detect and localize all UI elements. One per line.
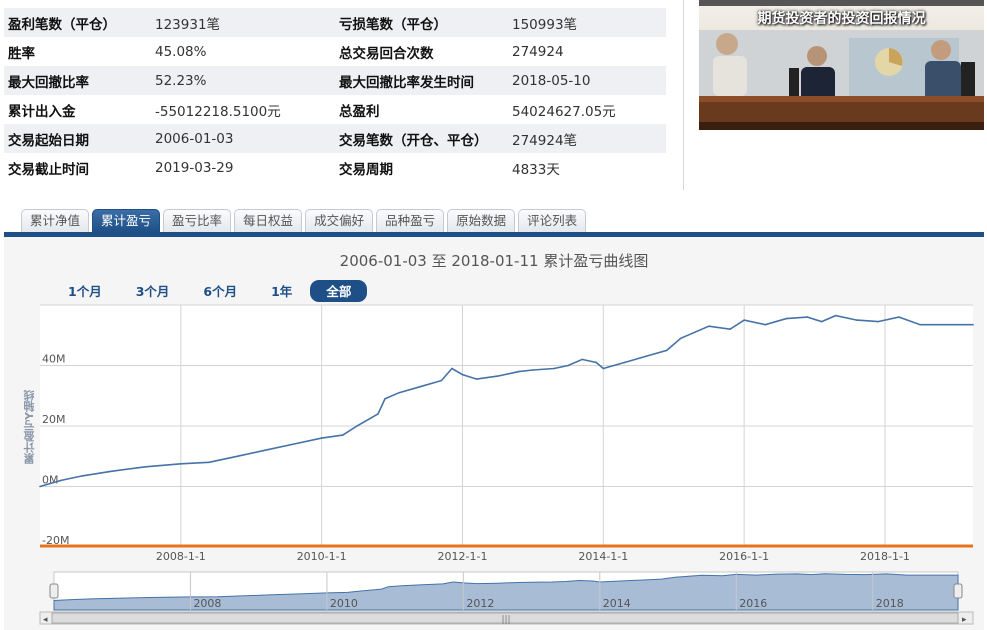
navigator-tick-label: 2012 [466, 597, 494, 610]
y-tick-label: 20M [42, 413, 66, 426]
pnl-data-point [820, 320, 823, 323]
pnl-data-point [553, 367, 555, 370]
pnl-data-point [109, 470, 112, 473]
pnl-data-point [694, 331, 696, 334]
navigator-right-handle[interactable] [953, 583, 963, 599]
pnl-data-point [581, 358, 583, 361]
scroll-left-arrow-icon[interactable]: ◂ [43, 615, 48, 625]
pnl-data-point [518, 370, 520, 373]
pnl-data-point [440, 379, 443, 382]
navigator-tick-label: 2008 [193, 597, 221, 610]
pnl-data-point [144, 466, 147, 468]
pnl-data-point [665, 349, 668, 352]
pnl-data-point [60, 479, 62, 482]
x-tick-label: 2008-1-1 [156, 550, 206, 563]
navigator-tick-label: 2018 [876, 597, 904, 610]
pnl-data-point [398, 391, 400, 394]
navigator-left-handle[interactable] [49, 583, 59, 599]
scrollbar-grip-icon: ||| [501, 615, 510, 625]
pnl-data-point [729, 328, 731, 331]
pnl-data-point [180, 463, 182, 465]
pnl-data-point [764, 323, 767, 326]
pnl-data-point [856, 319, 858, 321]
pnl-data-point [644, 355, 647, 358]
pnl-data-point [81, 475, 84, 477]
navigator-tick-label: 2016 [739, 597, 767, 610]
x-tick-label: 2010-1-1 [297, 550, 347, 563]
pnl-data-point [341, 434, 344, 436]
scroll-right-arrow-icon[interactable]: ▸ [962, 615, 967, 625]
pnl-data-point [595, 361, 598, 364]
pnl-data-point [919, 323, 921, 326]
cumulative-pnl-chart[interactable]: -20M0M20M40M2008-1-1 2010-1-1 2012-1-1 2014… [0, 0, 987, 630]
pnl-data-point [679, 337, 682, 340]
navigator-tick-label: 2010 [330, 597, 358, 610]
pnl-data-point [356, 425, 358, 427]
pnl-data-point [602, 367, 605, 370]
pnl-data-point [461, 373, 464, 376]
pnl-data-point [292, 443, 295, 445]
x-tick-label: 2014-1-1 [578, 550, 628, 563]
x-tick-label: 2016-1-1 [719, 550, 769, 563]
pnl-data-point [806, 316, 809, 318]
pnl-data-point [743, 319, 745, 321]
pnl-data-point [972, 323, 974, 326]
pnl-data-point [532, 369, 534, 371]
pnl-data-point [475, 378, 478, 380]
pnl-data-point [496, 375, 499, 377]
pnl-data-point [785, 317, 788, 320]
x-tick-label: 2018-1-1 [860, 550, 910, 563]
pnl-data-point [451, 367, 453, 370]
pnl-data-point [384, 397, 386, 400]
pnl-data-point [567, 364, 569, 367]
pnl-data-point [419, 385, 422, 388]
y-tick-label: 40M [42, 353, 66, 366]
pnl-data-point [39, 485, 41, 488]
pnl-data-point [236, 455, 238, 458]
pnl-data-point [208, 461, 210, 464]
pnl-data-point [264, 449, 267, 452]
x-tick-label: 2012-1-1 [438, 550, 488, 563]
pnl-data-point [708, 325, 710, 327]
pnl-data-point [898, 316, 900, 318]
navigator-tick-label: 2014 [603, 597, 631, 610]
pnl-data-point [877, 320, 879, 323]
pnl-data-point [320, 437, 323, 439]
pnl-data-point [623, 361, 626, 364]
pnl-data-point [834, 314, 837, 317]
pnl-data-point [377, 413, 379, 415]
pnl-data-point [940, 323, 943, 326]
